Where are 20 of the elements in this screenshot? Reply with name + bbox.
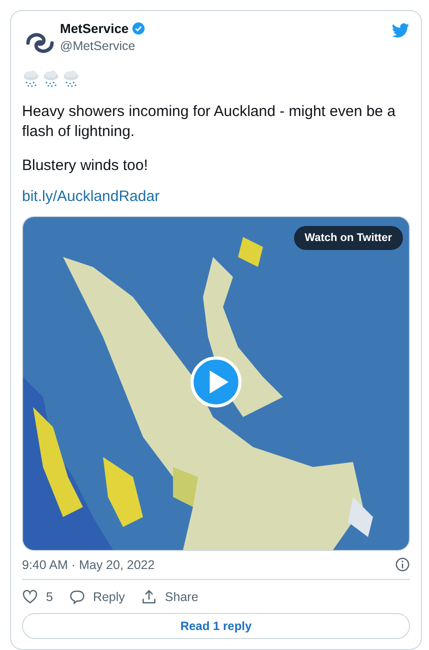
bird-icon[interactable] <box>391 23 410 39</box>
action-label[interactable]: Share <box>164 590 198 604</box>
rain-cloud-icon <box>42 70 60 88</box>
author-handle[interactable]: @MetService <box>60 39 391 53</box>
play-button-icon[interactable] <box>190 356 242 408</box>
info-icon[interactable] <box>395 557 410 572</box>
share-icon[interactable] <box>140 589 157 605</box>
heart-icon[interactable] <box>22 589 38 605</box>
action-label[interactable]: Reply <box>92 590 125 604</box>
action-label[interactable]: 5 <box>46 590 53 604</box>
radar-link[interactable]: bit.ly/AucklandRadar <box>22 188 160 205</box>
read-replies-button[interactable]: Read 1 reply <box>22 613 410 639</box>
rain-cloud-icon <box>22 70 40 88</box>
watch-on-twitter-button[interactable]: Watch on Twitter <box>294 226 403 250</box>
speech-bubble-icon[interactable] <box>68 589 85 605</box>
author-name[interactable]: MetService <box>60 21 129 36</box>
rain-cloud-icon <box>62 70 80 88</box>
timestamp[interactable]: 9:40 AM · May 20, 2022 <box>22 558 155 572</box>
tweet-text: Blustery winds too! <box>22 156 149 176</box>
tweet-text: Heavy showers incoming for Auckland - might even be a flash of lightning. <box>22 102 397 142</box>
